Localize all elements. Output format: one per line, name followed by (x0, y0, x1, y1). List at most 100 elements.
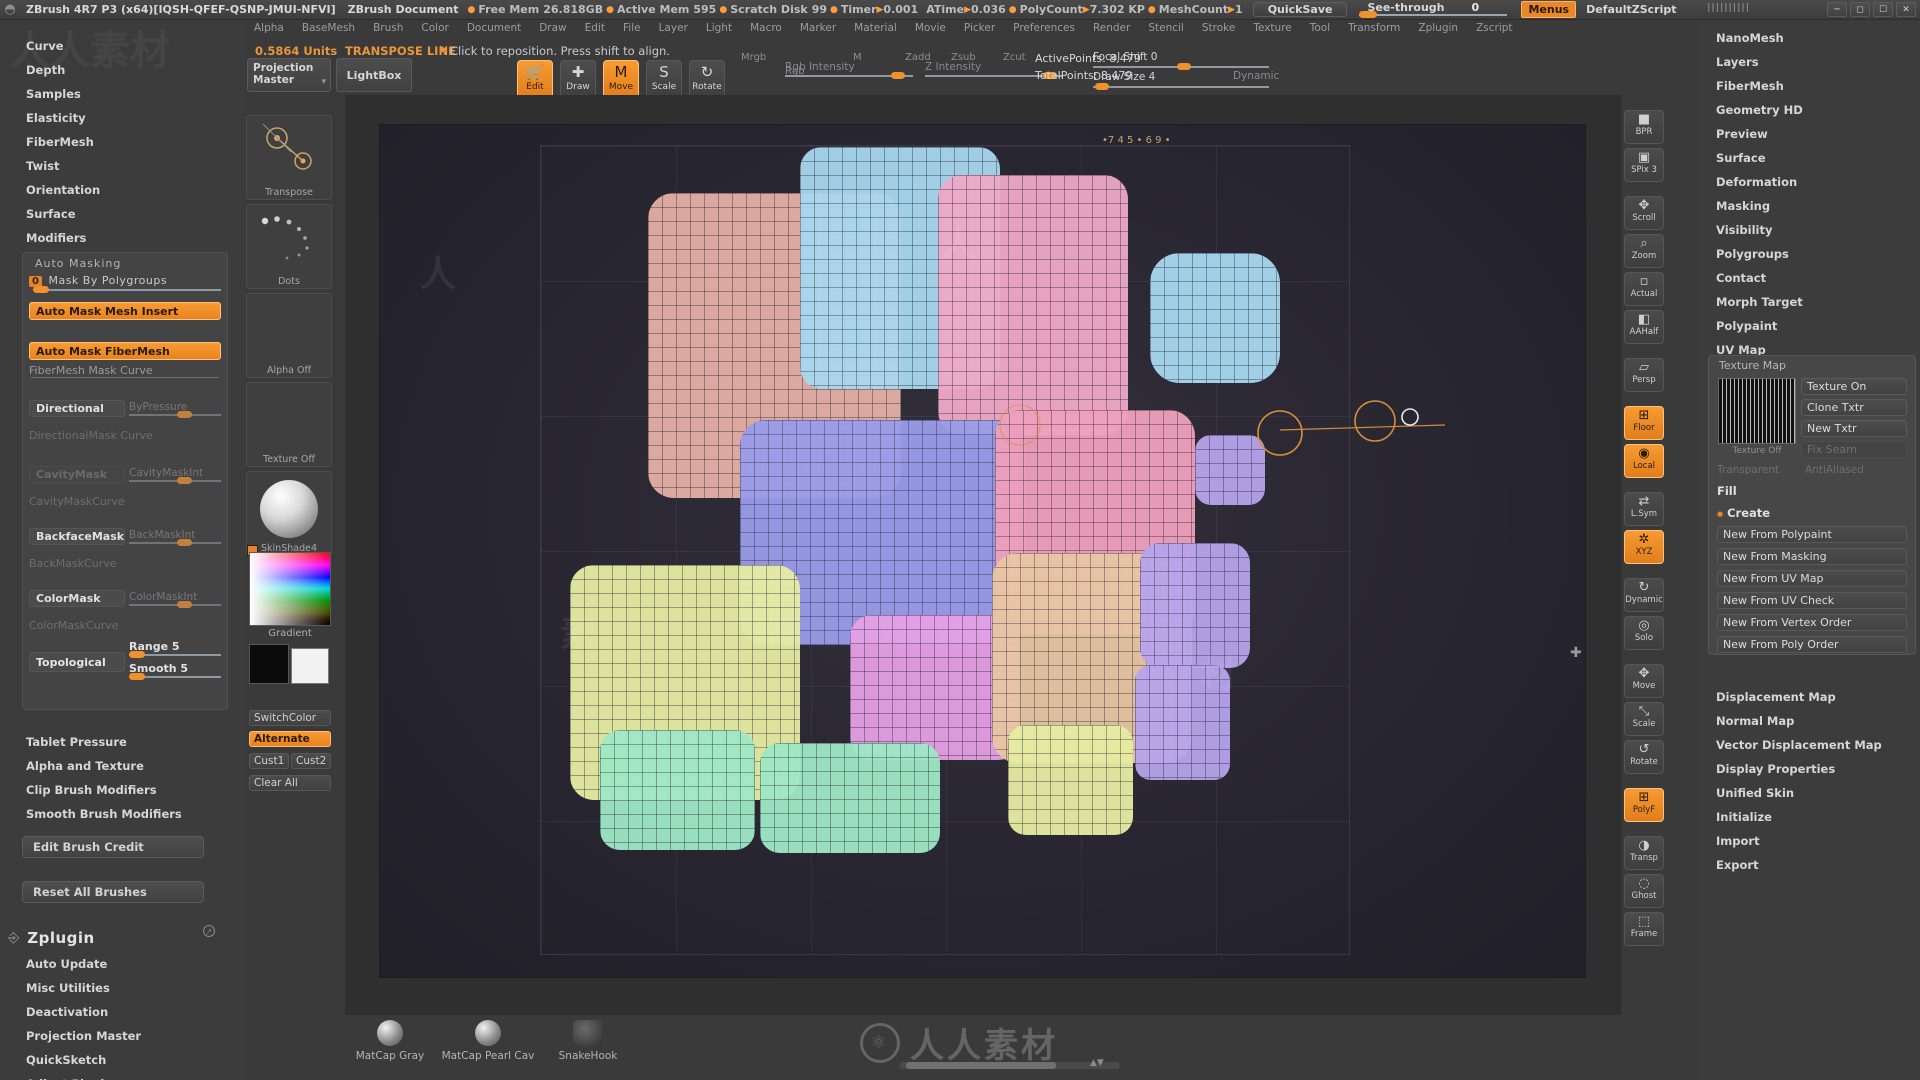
menu-item-file[interactable]: File (614, 20, 650, 36)
right-item-display-properties[interactable]: Display Properties (1700, 757, 1835, 781)
rail-button-move[interactable]: ✥ Move (1624, 664, 1664, 698)
dynamic-label[interactable]: Dynamic (1233, 70, 1279, 82)
see-through-knob[interactable] (1359, 10, 1378, 18)
menu-item-preferences[interactable]: Preferences (1004, 20, 1084, 36)
right-item-contact[interactable]: Contact (1700, 266, 1920, 290)
menu-item-layer[interactable]: Layer (650, 20, 697, 36)
tray-item-smooth-brush-modifiers[interactable]: Smooth Brush Modifiers (0, 802, 182, 826)
menu-item-picker[interactable]: Picker (955, 20, 1004, 36)
rail-button-scale[interactable]: ⤡ Scale (1624, 702, 1664, 736)
rail-button-scroll[interactable]: ✥ Scroll (1624, 196, 1664, 230)
clear-all-button[interactable]: Clear All (249, 775, 331, 791)
alpha-selector[interactable]: Alpha Off (246, 293, 332, 378)
menu-item-color[interactable]: Color (412, 20, 457, 36)
right-item-initialize[interactable]: Initialize (1700, 805, 1772, 829)
zplugin-item-deactivation[interactable]: Deactivation (0, 1000, 108, 1024)
cavity-mask-curve-label[interactable]: CavityMaskCurve (29, 495, 221, 508)
fibermesh-mask-curve-label[interactable]: FiberMesh Mask Curve (29, 364, 221, 377)
menu-item-edit[interactable]: Edit (576, 20, 614, 36)
switch-color-button[interactable]: SwitchColor (249, 710, 331, 726)
right-item-fibermesh[interactable]: FiberMesh (1700, 74, 1920, 98)
quicksave-button[interactable]: QuickSave (1252, 2, 1348, 17)
draw-size-track[interactable] (1093, 86, 1269, 88)
stroke-selector[interactable]: Dots (246, 204, 332, 289)
menu-item-brush[interactable]: Brush (364, 20, 412, 36)
directional-button[interactable]: Directional (29, 400, 125, 417)
cust1-button[interactable]: Cust1 (249, 753, 289, 769)
rail-button-actual[interactable]: ▫ Actual (1624, 272, 1664, 306)
uv-shell[interactable] (938, 175, 1128, 435)
auto-mask-fibermesh-button[interactable]: Auto Mask FiberMesh (29, 342, 221, 360)
directional-mask-curve-label[interactable]: DirectionalMask Curve (29, 429, 221, 442)
menu-item-light[interactable]: Light (697, 20, 741, 36)
document-canvas[interactable]: •7 4 5 • 6 9 • 人 人 素 材 (380, 125, 1585, 977)
tray-item-samples[interactable]: Samples (0, 82, 245, 106)
fill-section-label[interactable]: Fill (1717, 484, 1737, 498)
menu-item-document[interactable]: Document (458, 20, 530, 36)
zplugin-item-misc-utilities[interactable]: Misc Utilities (0, 976, 110, 1000)
right-icon-rail[interactable]: ■ BPR ▣ SPix 3 ✥ Scroll ⌕ Zoom ▫ Actual ◧ AAHalf ▱ Pe… (1624, 110, 1668, 946)
right-item-import[interactable]: Import (1700, 829, 1760, 853)
new-txtr-button[interactable]: New Txtr (1801, 420, 1907, 437)
color-mask-int-slider[interactable]: ColorMaskInt (129, 590, 223, 612)
fix-seam-button[interactable]: Fix Seam (1801, 441, 1907, 458)
snakehook-item[interactable]: SnakeHook (543, 1020, 633, 1062)
new-from-uv-check-button[interactable]: New From UV Check (1717, 592, 1907, 609)
rail-button-zoom[interactable]: ⌕ Zoom (1624, 234, 1664, 268)
tray-item-tablet-pressure[interactable]: Tablet Pressure (0, 730, 127, 754)
texture-selector[interactable]: Texture Off (246, 382, 332, 467)
right-item-visibility[interactable]: Visibility (1700, 218, 1920, 242)
new-from-uv-map-button[interactable]: New From UV Map (1717, 570, 1907, 587)
mask-by-polygroups-knob[interactable] (33, 286, 49, 293)
color-mask-curve-label[interactable]: ColorMaskCurve (29, 619, 221, 632)
matcap-gray-item[interactable]: MatCap Gray (345, 1020, 435, 1062)
edit-brush-credit-button[interactable]: Edit Brush Credit (22, 836, 204, 858)
minimize-button[interactable]: ─ (1827, 2, 1847, 17)
rail-button-aahalf[interactable]: ◧ AAHalf (1624, 310, 1664, 344)
reset-all-brushes-button[interactable]: Reset All Brushes (22, 881, 204, 903)
tray-item-elasticity[interactable]: Elasticity (0, 106, 245, 130)
horizontal-scrollbar[interactable] (900, 1062, 1120, 1069)
mrgb-button[interactable]: Mrgb (741, 52, 766, 63)
mask-by-polygroups-slider[interactable]: 0 Mask By Polygroups (29, 274, 221, 293)
right-item-morph-target[interactable]: Morph Target (1700, 290, 1920, 314)
mask-by-polygroups-track[interactable] (33, 289, 221, 291)
right-item-polygroups[interactable]: Polygroups (1700, 242, 1920, 266)
rail-button-dynamic[interactable]: ↻ Dynamic (1624, 578, 1664, 612)
right-item-vector-displacement-map[interactable]: Vector Displacement Map (1700, 733, 1882, 757)
zplugin-collapse-icon[interactable]: ↗ (203, 925, 215, 937)
uv-shell[interactable] (1150, 253, 1280, 383)
texture-thumbnail[interactable] (1718, 378, 1796, 444)
close-button[interactable]: ✕ (1896, 2, 1916, 17)
menu-item-alpha[interactable]: Alpha (245, 20, 293, 36)
window-controls[interactable]: ─ ◻ ☐ ✕ (1827, 2, 1916, 17)
rgb-intensity-knob[interactable] (891, 72, 905, 79)
rail-button-xyz[interactable]: ✲ XYZ (1624, 530, 1664, 564)
cavity-mask-int-track[interactable] (129, 480, 221, 482)
zplugin-item-projection-master[interactable]: Projection Master (0, 1024, 141, 1048)
color-picker[interactable] (249, 552, 331, 626)
backface-mask-button[interactable]: BackfaceMask (29, 528, 125, 545)
drag-handle-dots-icon[interactable]: |||||||||| (1707, 3, 1750, 13)
right-item-masking[interactable]: Masking (1700, 194, 1920, 218)
uv-shell[interactable] (760, 743, 940, 853)
color-mask-int-track[interactable] (129, 604, 221, 606)
color-mask-button[interactable]: ColorMask (29, 590, 125, 607)
menu-item-stroke[interactable]: Stroke (1193, 20, 1244, 36)
menu-item-zscript[interactable]: Zscript (1467, 20, 1521, 36)
cavity-mask-int-slider[interactable]: CavityMaskInt (129, 466, 223, 488)
menu-item-texture[interactable]: Texture (1244, 20, 1300, 36)
brush-selector[interactable]: Transpose (246, 115, 332, 200)
scale-button[interactable]: S Scale (646, 60, 682, 98)
matcap-pearl-cav-item[interactable]: MatCap Pearl Cav (433, 1020, 543, 1062)
rail-button-ghost[interactable]: ◌ Ghost (1624, 874, 1664, 908)
by-pressure-knob[interactable] (177, 411, 192, 418)
menu-item-macro[interactable]: Macro (741, 20, 791, 36)
scroll-arrows-icon[interactable]: ▲▼ (1090, 1058, 1104, 1068)
uv-shell[interactable] (1195, 435, 1265, 505)
see-through-slider[interactable]: See-through 0 (1359, 1, 1509, 19)
color-mask-int-knob[interactable] (177, 601, 192, 608)
menu-item-movie[interactable]: Movie (906, 20, 955, 36)
uv-shell[interactable] (1135, 665, 1230, 780)
menu-item-stencil[interactable]: Stencil (1139, 20, 1193, 36)
